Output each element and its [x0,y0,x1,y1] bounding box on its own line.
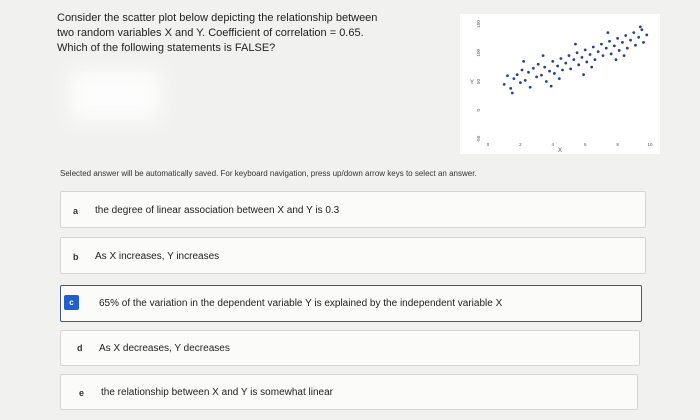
data-point [536,62,540,66]
data-point [582,73,585,76]
data-point [544,80,548,83]
data-point [502,82,506,86]
data-point [535,75,538,79]
data-point [540,73,543,77]
data-point [634,43,637,47]
data-point [591,45,595,49]
y-tick-label: 150 [476,20,481,28]
y-tick-label: 100 [476,49,481,57]
data-point [617,49,621,52]
data-point [510,91,514,95]
data-point [604,46,608,50]
data-point [616,36,619,40]
instructions-text: Selected answer will be automatically sa… [60,169,477,178]
data-point [642,41,645,44]
question-text: Consider the scatter plot below depictin… [57,12,378,54]
data-point [608,39,611,43]
option-text: As X increases, Y increases [95,251,220,262]
y-tick-label: -50 [476,135,481,142]
data-point [515,73,519,76]
option-d[interactable]: d As X decreases, Y decreases [60,330,640,366]
data-point [557,77,561,81]
data-point [637,35,641,39]
data-point [575,51,579,55]
data-point [569,67,573,71]
screen-glare [70,70,160,120]
data-point [512,77,516,81]
data-point [543,65,547,69]
data-point [583,48,587,52]
data-point [528,85,532,89]
option-text: the degree of linear association between… [95,205,340,216]
data-point [625,46,629,50]
data-point [596,50,600,53]
data-point [590,65,594,69]
data-point [523,78,527,82]
data-point [551,59,555,63]
data-point [548,69,551,73]
data-point [561,68,564,72]
data-point [640,28,644,32]
y-tick-label: 50 [476,79,481,85]
option-a[interactable]: a the degree of linear association betwe… [60,191,646,228]
data-point [556,64,560,68]
data-point [522,59,526,63]
y-axis-label: Y [470,80,474,86]
data-point [606,31,610,35]
data-point [527,70,530,74]
plot-background [460,14,660,154]
option-text: As X decreases, Y decreases [99,343,230,354]
data-point [541,54,545,58]
data-point [588,53,592,56]
data-point [572,58,576,62]
data-point [601,54,605,58]
data-point [624,34,628,37]
option-c[interactable]: c 65% of the variation in the dependent … [60,285,642,322]
data-point [621,41,624,44]
option-letter: a [73,206,79,216]
data-point [600,42,603,46]
data-point [632,31,636,35]
data-point [506,74,509,78]
data-point [574,42,577,46]
x-tick-label: 10 [647,142,653,147]
data-point [580,55,584,59]
option-e[interactable]: e the relationship between X and Y is so… [60,374,638,410]
x-axis-label: X [558,148,562,154]
data-point [629,38,632,42]
option-text: 65% of the variation in the dependent va… [99,298,503,309]
data-point [593,58,597,62]
option-letter: d [77,343,83,353]
scatter-plot: -50050100150 0 2 4 6 8 10 X Y [460,14,660,154]
data-point [612,44,616,48]
data-point [549,84,553,88]
data-point [614,58,618,62]
option-b[interactable]: b As X increases, Y increases [60,237,646,274]
data-point [638,25,642,29]
option-text: the relationship between X and Y is some… [101,387,333,398]
data-point [609,52,613,56]
data-point [519,81,522,85]
data-point [531,66,535,70]
data-point [559,57,563,60]
data-point [645,33,649,37]
option-letter: b [73,252,79,262]
data-point [520,68,524,72]
data-point [509,87,513,90]
data-point [567,54,571,58]
data-point [585,60,589,64]
data-point [622,54,626,58]
data-point [553,72,556,75]
option-letter: e [79,388,85,398]
data-point [564,61,568,65]
option-letter-selected: c [64,295,79,310]
data-point [577,63,581,67]
